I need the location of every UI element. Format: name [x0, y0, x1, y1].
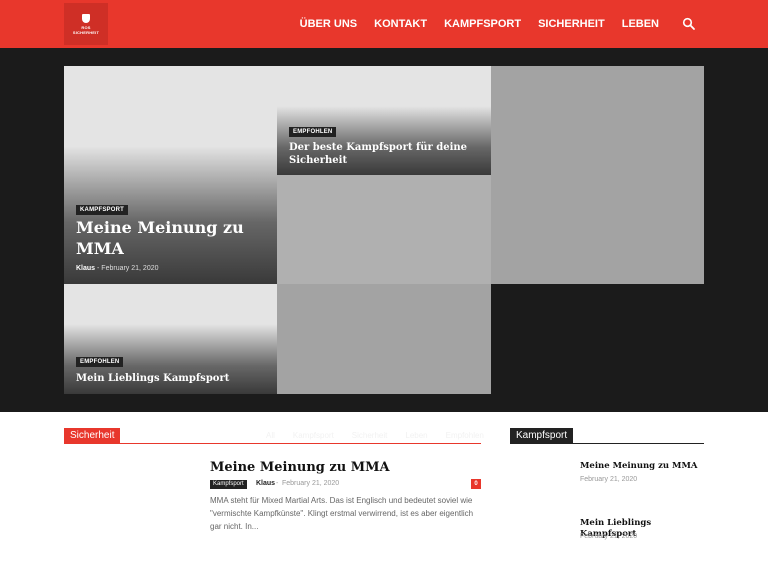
post-date: February 21, 2020: [101, 265, 159, 272]
hero-top-right-title[interactable]: Der beste Kampfsport für deine Sicherhei…: [289, 141, 469, 167]
author-name[interactable]: Klaus: [76, 265, 95, 272]
category-badge[interactable]: KAMPFSPORT: [76, 205, 128, 215]
block-title-sicherheit: Sicherheit: [64, 428, 121, 444]
post-meta: Klaus - February 21, 2020: [76, 265, 159, 272]
hero-tile-image-large[interactable]: [491, 66, 704, 284]
filter-empfohlen[interactable]: Empfohlen: [446, 431, 484, 440]
nav-item-kontakt[interactable]: KONTAKT: [374, 18, 427, 30]
hero-tile-image-center[interactable]: [277, 175, 491, 284]
logo-text-bottom: SICHERHEIT: [72, 29, 100, 35]
site-logo[interactable]: ROS SICHERHEIT: [64, 3, 108, 45]
comment-count[interactable]: 0: [471, 479, 481, 489]
nav-item-leben[interactable]: LEBEN: [622, 18, 659, 30]
site-header: ROS SICHERHEIT ÜBER UNS KONTAKT KAMPFSPO…: [0, 0, 768, 48]
post-title[interactable]: Meine Meinung zu MMA: [210, 459, 480, 476]
hero-tile-bottom-left[interactable]: EMPFOHLEN Mein Lieblings Kampfsport: [64, 284, 277, 394]
post-date: February 21, 2020: [580, 533, 638, 540]
main-nav: ÜBER UNS KONTAKT KAMPFSPORT SICHERHEIT L…: [300, 0, 696, 48]
hero-bottom-left-title[interactable]: Mein Lieblings Kampfsport: [76, 372, 266, 385]
hero-tile-top-right[interactable]: EMPFOHLEN Der beste Kampfsport für deine…: [277, 66, 491, 175]
nav-item-ueber-uns[interactable]: ÜBER UNS: [300, 18, 357, 30]
post-thumbnail[interactable]: [510, 458, 568, 500]
meta-separator: -: [276, 480, 279, 487]
block-header-line: [64, 443, 481, 444]
post-thumbnail[interactable]: [510, 514, 568, 556]
post-date: February 21, 2020: [580, 476, 638, 483]
block-title-kampfsport: Kampfsport: [510, 428, 574, 444]
nav-item-kampfsport[interactable]: KAMPFSPORT: [444, 18, 521, 30]
category-badge[interactable]: EMPFOHLEN: [289, 127, 337, 137]
filter-leben[interactable]: Leben: [405, 431, 427, 440]
nav-item-sicherheit[interactable]: SICHERHEIT: [538, 18, 605, 30]
block-filters: All Kampfsport Sicherheit Leben Empfohle…: [266, 431, 484, 440]
search-icon[interactable]: [682, 17, 696, 31]
category-badge[interactable]: EMPFOHLEN: [76, 357, 124, 367]
category-badge[interactable]: Kampfsport: [210, 480, 247, 489]
filter-kampfsport[interactable]: Kampfsport: [293, 431, 334, 440]
hero-tile-main[interactable]: KAMPFSPORT Meine Meinung zu MMA Klaus - …: [64, 66, 277, 284]
tile-gradient: [64, 146, 277, 284]
hero-main-title[interactable]: Meine Meinung zu MMA: [76, 217, 266, 259]
filter-sicherheit[interactable]: Sicherheit: [352, 431, 388, 440]
shield-logo-icon: [82, 13, 90, 23]
author-name[interactable]: Klaus: [256, 480, 275, 487]
filter-all[interactable]: All: [266, 431, 275, 440]
post-date: February 21, 2020: [282, 480, 340, 487]
post-thumbnail[interactable]: [64, 458, 198, 534]
hero-tile-image-bottom[interactable]: [277, 284, 491, 394]
post-excerpt: MMA steht für Mixed Martial Arts. Das is…: [210, 496, 474, 531]
sidebar-post-title[interactable]: Meine Meinung zu MMA: [580, 461, 704, 472]
